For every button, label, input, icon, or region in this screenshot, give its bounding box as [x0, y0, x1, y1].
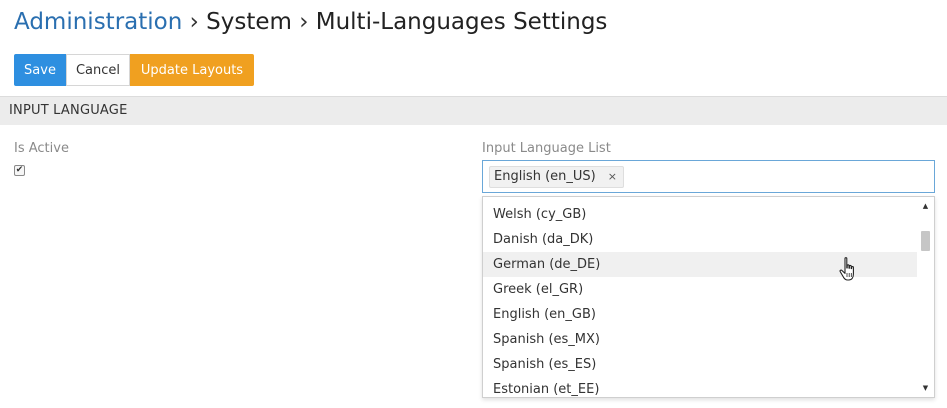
dropdown-option[interactable]: Spanish (es_MX) [483, 327, 917, 352]
breadcrumb-separator: › [189, 9, 199, 35]
language-options-list: Welsh (cy_GB) Danish (da_DK) German (de_… [483, 202, 917, 397]
breadcrumb-administration-link[interactable]: Administration [14, 9, 182, 35]
dropdown-option[interactable]: Estonian (et_EE) [483, 377, 917, 397]
scrollbar-thumb[interactable] [921, 231, 930, 251]
scroll-up-arrow-icon[interactable]: ▲ [917, 199, 934, 213]
input-language-panel-header: INPUT LANGUAGE [0, 96, 947, 125]
input-language-list-label: Input Language List [482, 141, 611, 156]
dropdown-option[interactable]: Welsh (cy_GB) [483, 202, 917, 227]
save-button[interactable]: Save [14, 54, 66, 86]
is-active-label: Is Active [14, 141, 69, 156]
panel-title: INPUT LANGUAGE [9, 103, 128, 118]
hand-pointer-icon [839, 257, 854, 281]
update-layouts-button[interactable]: Update Layouts [130, 54, 254, 86]
scroll-down-arrow-icon[interactable]: ▼ [917, 381, 934, 395]
checkmark-icon: ✔ [15, 165, 24, 175]
breadcrumb: Administration › System › Multi-Language… [14, 6, 607, 38]
close-icon[interactable]: × [608, 167, 617, 187]
dropdown-scrollbar[interactable]: ▲ ▼ [917, 197, 934, 397]
page: Administration › System › Multi-Language… [0, 0, 947, 408]
is-active-checkbox[interactable]: ✔ [14, 165, 25, 176]
dropdown-option[interactable]: Danish (da_DK) [483, 227, 917, 252]
breadcrumb-system: System [206, 9, 292, 35]
input-language-select[interactable]: English (en_US) × [482, 160, 935, 193]
selected-language-tag: English (en_US) × [489, 166, 624, 188]
breadcrumb-separator: › [299, 9, 309, 35]
tag-label: English (en_US) [494, 169, 596, 184]
page-title: Multi-Languages Settings [315, 9, 608, 35]
language-dropdown: Welsh (cy_GB) Danish (da_DK) German (de_… [482, 196, 935, 398]
action-toolbar: Save Cancel Update Layouts [14, 54, 254, 86]
dropdown-option[interactable]: English (en_GB) [483, 302, 917, 327]
dropdown-option[interactable]: Spanish (es_ES) [483, 352, 917, 377]
cancel-button[interactable]: Cancel [66, 54, 130, 86]
